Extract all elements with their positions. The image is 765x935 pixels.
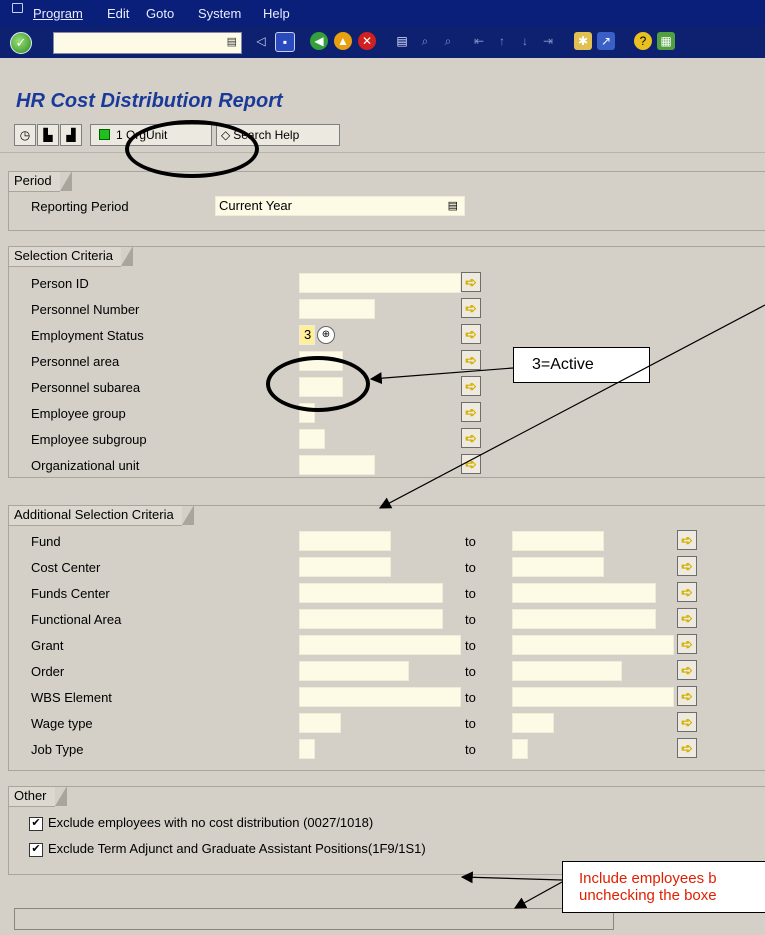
- callout-arrow-to-status: [369, 367, 514, 385]
- arrow-to-additional-criteria: [378, 304, 765, 509]
- note-arrow-to-status: [513, 881, 563, 909]
- note-arrow-to-other: [460, 871, 563, 884]
- annotation-arrows: [369, 304, 765, 909]
